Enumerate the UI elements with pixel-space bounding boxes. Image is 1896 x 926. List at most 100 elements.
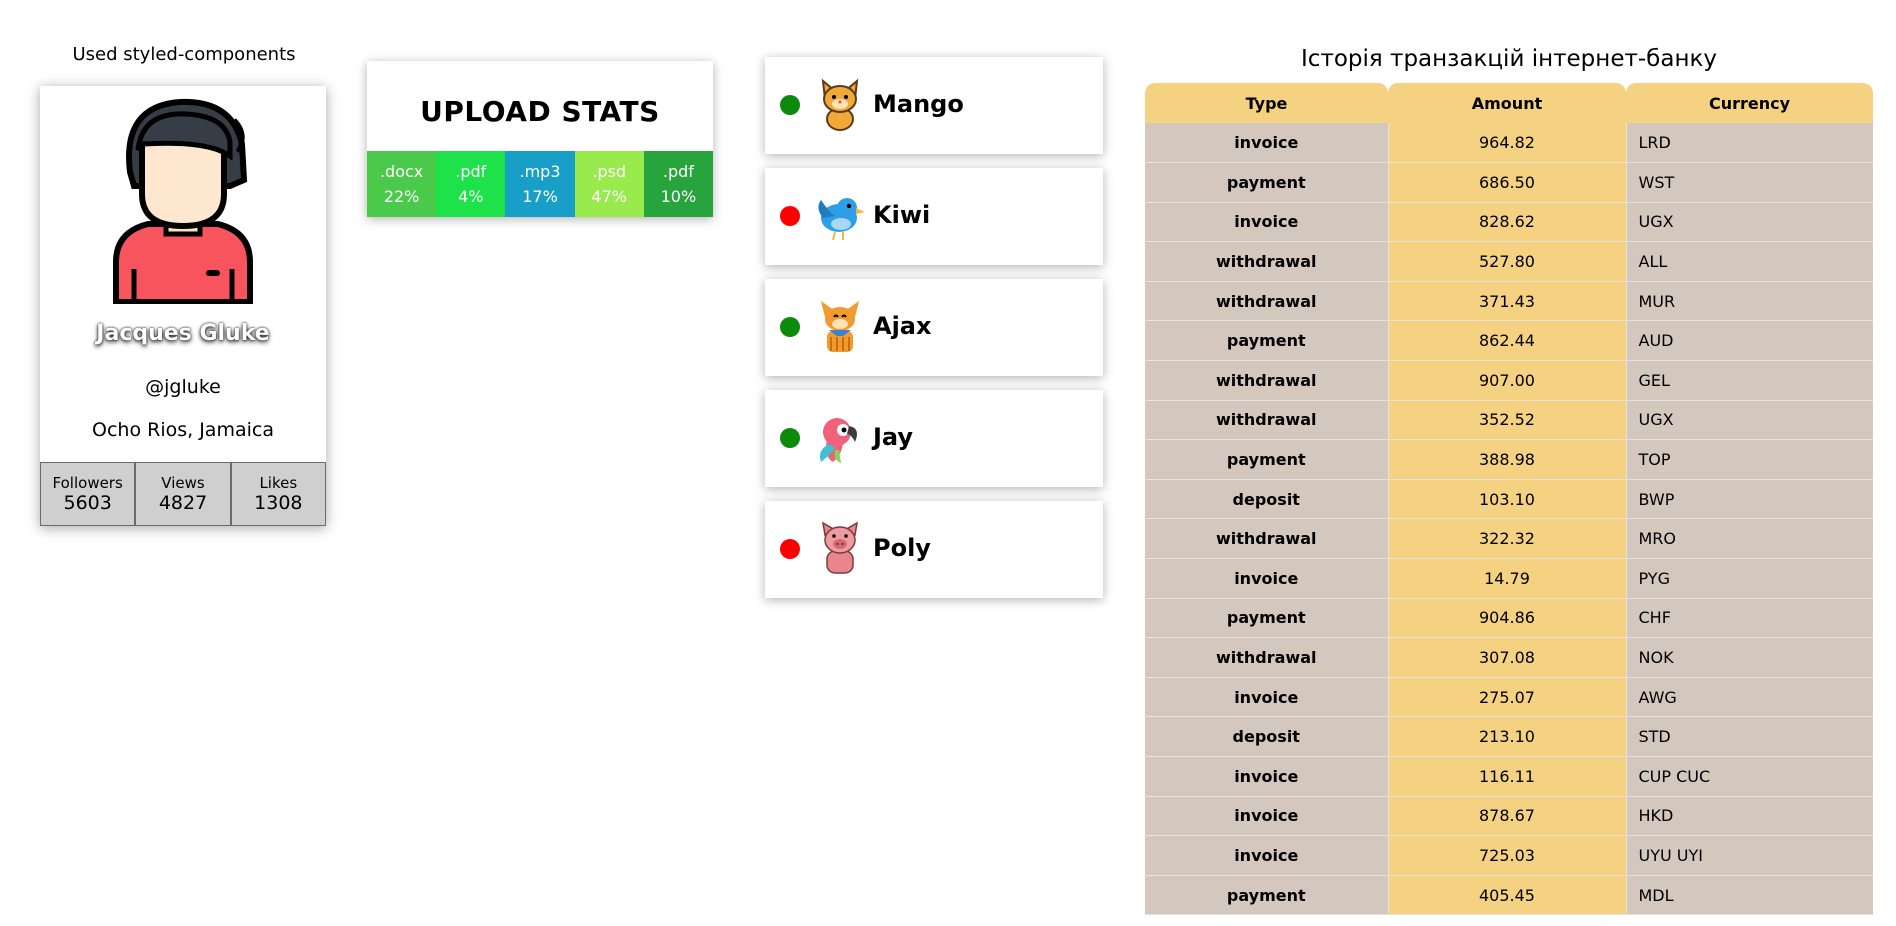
- stat-label: Followers: [52, 474, 123, 492]
- cat-icon: [821, 78, 859, 131]
- cell-currency: UYU UYI: [1626, 835, 1873, 876]
- cell-type: payment: [1145, 439, 1388, 480]
- cell-amount: 116.11: [1387, 756, 1627, 797]
- cell-amount: 371.43: [1387, 281, 1627, 322]
- table-row: withdrawal 371.43 MUR: [1145, 281, 1873, 322]
- cell-type: invoice: [1145, 202, 1388, 243]
- upload-file-type: .psd: [592, 162, 627, 181]
- profile-handle: @jgluke: [145, 376, 221, 398]
- table-row: invoice 116.11 CUP CUC: [1145, 756, 1873, 797]
- cell-amount: 405.45: [1387, 875, 1627, 916]
- cell-type: invoice: [1145, 677, 1388, 718]
- transactions-title: Історія транзакцій інтернет-банку: [1301, 46, 1717, 72]
- table-row: invoice 878.67 HKD: [1145, 796, 1873, 837]
- friend-item[interactable]: Kiwi: [765, 168, 1103, 265]
- upload-percent: 22%: [383, 187, 420, 206]
- status-indicator: [780, 428, 800, 448]
- upload-percent: 17%: [522, 187, 558, 206]
- stat-value: 4827: [158, 492, 208, 514]
- cell-amount: 275.07: [1387, 677, 1627, 718]
- cell-currency: HKD: [1626, 796, 1873, 837]
- friend-name: Poly: [873, 534, 931, 562]
- friends-list: Mango Kiwi Ajax Jay Poly: [765, 57, 1103, 612]
- cell-currency: CHF: [1626, 598, 1873, 639]
- column-header-currency: Currency: [1626, 83, 1873, 123]
- stat-label: Likes: [259, 474, 298, 492]
- table-row: payment 904.86 CHF: [1145, 598, 1873, 639]
- friend-item[interactable]: Jay: [765, 390, 1103, 487]
- cell-type: payment: [1145, 320, 1388, 362]
- friend-item[interactable]: Poly: [765, 501, 1103, 598]
- friend-name: Kiwi: [873, 201, 931, 229]
- cell-currency: AUD: [1626, 320, 1873, 362]
- cell-type: withdrawal: [1145, 241, 1388, 282]
- stat-value: 5603: [63, 492, 112, 514]
- table-row: withdrawal 907.00 GEL: [1145, 360, 1873, 401]
- cell-amount: 862.44: [1387, 320, 1627, 362]
- table-row: invoice 828.62 UGX: [1145, 202, 1873, 243]
- cell-currency: MRO: [1626, 518, 1873, 560]
- pig-icon: [821, 521, 859, 574]
- cell-amount: 904.86: [1387, 598, 1627, 639]
- cell-amount: 828.62: [1387, 202, 1627, 243]
- upload-percent: 4%: [458, 187, 484, 206]
- cell-type: invoice: [1145, 123, 1388, 164]
- stat-label: Views: [161, 474, 205, 492]
- cell-type: payment: [1145, 598, 1388, 639]
- cell-currency: MDL: [1626, 875, 1873, 916]
- table-header-row: Type Amount Currency: [1145, 83, 1873, 123]
- cell-type: withdrawal: [1145, 637, 1388, 678]
- cell-amount: 307.08: [1387, 637, 1627, 678]
- cell-currency: GEL: [1626, 360, 1873, 401]
- parrot-icon: [820, 418, 857, 463]
- upload-stats-title: UPLOAD STATS: [420, 95, 660, 128]
- upload-segment: .mp3 17%: [505, 151, 575, 217]
- profile-name: Jacques Gluke: [96, 321, 270, 346]
- cell-type: withdrawal: [1145, 400, 1388, 441]
- cell-amount: 527.80: [1387, 241, 1627, 282]
- bird-icon: [818, 198, 865, 241]
- cell-currency: LRD: [1626, 123, 1873, 164]
- cell-type: withdrawal: [1145, 281, 1388, 322]
- status-indicator: [780, 95, 800, 115]
- profile-stats: Followers 5603 Views 4827 Likes 1308: [40, 462, 326, 526]
- cell-amount: 322.32: [1387, 518, 1627, 560]
- table-row: withdrawal 322.32 MRO: [1145, 518, 1873, 560]
- friend-item[interactable]: Ajax: [765, 279, 1103, 376]
- cell-type: withdrawal: [1145, 360, 1388, 401]
- upload-stats-card: UPLOAD STATS .docx 22% .pdf 4% .mp3 17% …: [367, 61, 714, 217]
- upload-percent: 10%: [660, 187, 697, 206]
- table-row: invoice 964.82 LRD: [1145, 123, 1873, 164]
- upload-segment: .docx 22%: [367, 151, 437, 217]
- table-row: invoice 725.03 UYU UYI: [1145, 835, 1873, 876]
- upload-file-type: .pdf: [662, 162, 694, 181]
- table-row: payment 862.44 AUD: [1145, 320, 1873, 362]
- cell-type: invoice: [1145, 835, 1388, 876]
- upload-file-type: .mp3: [519, 162, 561, 181]
- cell-currency: AWG: [1626, 677, 1873, 718]
- cell-amount: 878.67: [1387, 796, 1627, 837]
- friend-name: Mango: [873, 90, 964, 118]
- upload-segment: .pdf 10%: [643, 151, 714, 217]
- user-avatar-icon: [113, 98, 253, 304]
- cell-type: invoice: [1145, 558, 1388, 599]
- cell-type: payment: [1145, 162, 1388, 203]
- cell-amount: 388.98: [1387, 439, 1627, 480]
- upload-file-type: .docx: [379, 162, 424, 181]
- stat-value: 1308: [254, 492, 303, 514]
- upload-stats-bar: .docx 22% .pdf 4% .mp3 17% .psd 47% .pdf…: [367, 151, 714, 217]
- table-row: withdrawal 352.52 UGX: [1145, 400, 1873, 441]
- table-row: deposit 103.10 BWP: [1145, 479, 1873, 520]
- friend-item[interactable]: Mango: [765, 57, 1103, 154]
- profile-card: Jacques Gluke @jgluke Ocho Rios, Jamaica…: [40, 86, 326, 526]
- cell-currency: STD: [1626, 716, 1873, 757]
- cell-type: payment: [1145, 875, 1388, 916]
- status-indicator: [780, 317, 800, 337]
- upload-segment: .psd 47%: [574, 151, 644, 217]
- table-row: payment 405.45 MDL: [1145, 875, 1873, 916]
- cell-amount: 907.00: [1387, 360, 1627, 401]
- stat-views: Views 4827: [135, 462, 231, 526]
- column-header-type: Type: [1145, 83, 1388, 123]
- cell-amount: 213.10: [1387, 716, 1627, 757]
- status-indicator: [780, 206, 800, 226]
